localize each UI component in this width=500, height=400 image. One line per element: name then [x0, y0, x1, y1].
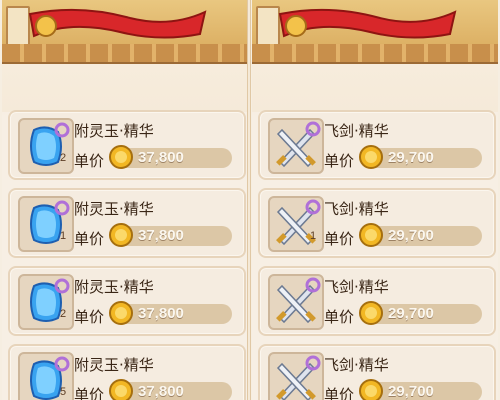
- gold-coin-icon: [359, 379, 383, 400]
- item-name: 飞剑·精华: [324, 356, 389, 374]
- crossed-swords-icon: [268, 196, 324, 252]
- item-quantity: 1: [60, 230, 67, 242]
- left-trade-panel: 2 附灵玉·精华 单价 37,800 1 附灵玉·精华 单价 37,800 2 …: [2, 0, 248, 400]
- gold-coin-icon: [109, 379, 133, 400]
- item-row[interactable]: 2 附灵玉·精华 单价 37,800: [8, 266, 246, 336]
- blue-jade-gem-icon: [18, 118, 74, 174]
- item-price: 29,700: [388, 383, 434, 400]
- unit-price-label: 单价: [74, 230, 105, 248]
- landscape-backdrop: [252, 64, 498, 112]
- item-name: 附灵玉·精华: [74, 200, 154, 218]
- unit-price-label: 单价: [324, 386, 355, 400]
- item-price: 37,800: [138, 305, 184, 322]
- item-name: 附灵玉·精华: [74, 356, 154, 374]
- item-price: 37,800: [138, 227, 184, 244]
- unit-price-label: 单价: [324, 152, 355, 170]
- gold-coin-icon: [109, 301, 133, 325]
- blue-jade-gem-icon: [18, 196, 74, 252]
- crossed-swords-icon: [268, 352, 324, 400]
- red-banner-decoration: [28, 8, 207, 39]
- gold-coin-icon: [359, 301, 383, 325]
- item-price: 37,800: [138, 383, 184, 400]
- unit-price-label: 单价: [324, 308, 355, 326]
- item-name: 飞剑·精华: [324, 122, 389, 140]
- red-banner-decoration: [278, 8, 457, 39]
- item-row[interactable]: 飞剑·精华 单价 29,700: [258, 110, 496, 180]
- gold-coin-icon: [359, 145, 383, 169]
- panel-divider: [247, 0, 251, 400]
- item-quantity: 5: [60, 386, 67, 398]
- blue-jade-gem-icon: [18, 274, 74, 330]
- item-row[interactable]: 飞剑·精华 单价 29,700: [258, 344, 496, 400]
- item-price: 37,800: [138, 149, 184, 166]
- gold-coin-icon: [359, 223, 383, 247]
- gold-coin-icon: [109, 223, 133, 247]
- item-quantity: 1: [310, 230, 317, 242]
- right-trade-panel: 飞剑·精华 单价 29,700 1 飞剑·精华 单价 29,700 飞剑·精华 …: [252, 0, 498, 400]
- item-row[interactable]: 2 附灵玉·精华 单价 37,800: [8, 110, 246, 180]
- item-row[interactable]: 1 飞剑·精华 单价 29,700: [258, 188, 496, 258]
- unit-price-label: 单价: [74, 308, 105, 326]
- item-name: 飞剑·精华: [324, 278, 389, 296]
- item-name: 附灵玉·精华: [74, 122, 154, 140]
- item-name: 附灵玉·精华: [74, 278, 154, 296]
- item-name: 飞剑·精华: [324, 200, 389, 218]
- item-price: 29,700: [388, 305, 434, 322]
- item-quantity: 2: [60, 152, 67, 164]
- unit-price-label: 单价: [74, 386, 105, 400]
- item-price: 29,700: [388, 227, 434, 244]
- roof-tiles-decoration: [252, 44, 498, 64]
- item-price: 29,700: [388, 149, 434, 166]
- roof-tiles-decoration: [2, 44, 248, 64]
- item-quantity: 2: [60, 308, 67, 320]
- crossed-swords-icon: [268, 118, 324, 174]
- item-row[interactable]: 飞剑·精华 单价 29,700: [258, 266, 496, 336]
- unit-price-label: 单价: [324, 230, 355, 248]
- item-row[interactable]: 5 附灵玉·精华 单价 37,800: [8, 344, 246, 400]
- landscape-backdrop: [2, 64, 248, 112]
- gold-coin-icon: [109, 145, 133, 169]
- crossed-swords-icon: [268, 274, 324, 330]
- item-row[interactable]: 1 附灵玉·精华 单价 37,800: [8, 188, 246, 258]
- unit-price-label: 单价: [74, 152, 105, 170]
